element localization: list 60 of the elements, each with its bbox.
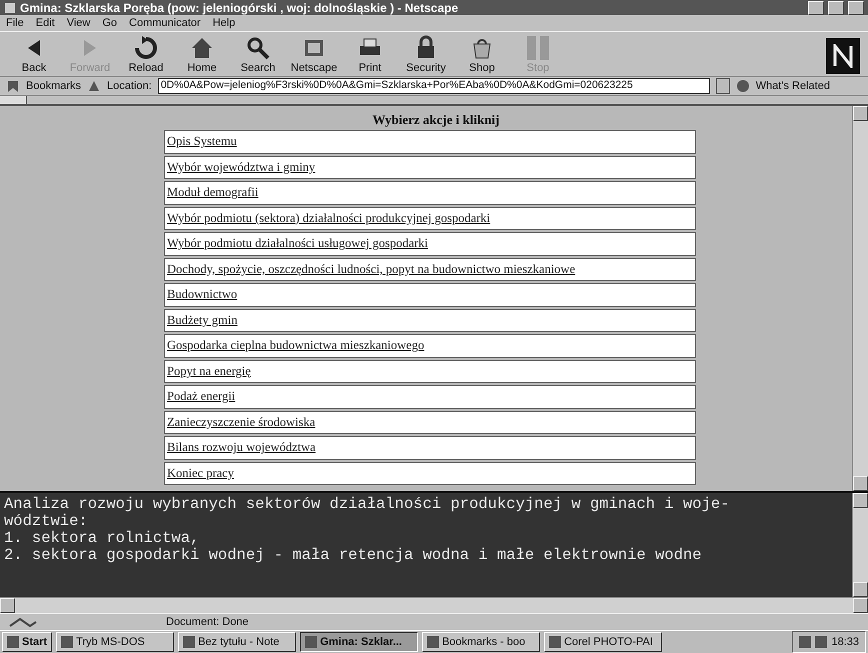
location-label: Location: [107, 80, 152, 92]
menu-link[interactable]: Gospodarka cieplna budownictwa mieszkaniowego [167, 338, 424, 354]
logo-icon [826, 38, 860, 74]
clock: 18:33 [831, 636, 859, 648]
menu-link[interactable]: Wybór województwa i gminy [167, 160, 316, 175]
taskbar-button[interactable]: Corel PHOTO-PAI [544, 632, 662, 652]
menu-link[interactable]: Budżety gmin [167, 312, 238, 328]
taskbar-button[interactable]: Bookmarks - boo [422, 632, 540, 652]
page-heading: Wybierz akcje i kliknij [372, 112, 500, 128]
menu-link[interactable]: Budownictwo [167, 287, 238, 302]
taskbar-button[interactable]: Gmina: Szklar... [300, 632, 418, 652]
menu-link[interactable]: Zanieczyszczenie środowiska [167, 414, 316, 430]
menu-link[interactable]: Bilans rozwoju województwa [167, 440, 316, 456]
close-button[interactable] [848, 0, 864, 15]
menu-item[interactable]: Communicator [129, 17, 201, 30]
bookmark-icon [6, 79, 20, 94]
status-text: Document: Done [166, 616, 249, 628]
minimize-button[interactable] [808, 0, 824, 15]
description-text: Analiza rozwoju wybranych sektorów działalności produkcyjnej w gminach i woje- wództwie: 1. sektora rolnictwa, 2. sektora gospodarki wodnej - mała retencja wodna i małe elektrownie wodne [3, 494, 731, 566]
menu-link[interactable]: Wybór podmiotu (sektora) działalności produkcyjnej gospodarki [167, 210, 490, 226]
menu-link[interactable]: Popyt na energię [167, 364, 251, 379]
start-button[interactable]: Start [2, 632, 52, 652]
menu-item[interactable]: View [66, 17, 90, 30]
connection-icon [8, 616, 38, 628]
toolbar-button[interactable]: Security [400, 34, 452, 74]
stop-icon [524, 34, 552, 62]
toolbar-button[interactable]: Back [8, 34, 60, 74]
scrollbar[interactable] [852, 106, 868, 492]
toolbar-button[interactable]: Search [232, 34, 284, 74]
location-icon [87, 79, 102, 94]
menu-item[interactable]: File [6, 17, 24, 30]
menu-item[interactable]: Go [102, 17, 118, 30]
toolbar-tab[interactable] [0, 96, 27, 104]
menu-item[interactable]: Help [212, 17, 236, 30]
toolbar-button[interactable]: Shop [456, 34, 508, 74]
dropdown-button[interactable] [716, 78, 730, 94]
taskbar-button[interactable]: Bez tytułu - Note [178, 632, 296, 652]
maximize-button[interactable] [828, 0, 844, 15]
toolbar-button[interactable]: Reload [120, 34, 172, 74]
whats-related-button[interactable]: What's Related [756, 80, 830, 92]
menu-link[interactable]: Wybór podmiotu działalności usługowej gospodarki [167, 236, 428, 252]
related-icon [736, 79, 750, 94]
horizontal-scrollbar[interactable] [0, 597, 868, 614]
browser-icon [4, 2, 16, 14]
taskbar-button[interactable]: Tryb MS-DOS [56, 632, 174, 652]
toolbar-button[interactable]: Home [176, 34, 228, 74]
menu-link[interactable]: Moduł demografii [167, 185, 258, 200]
menu-link[interactable]: Podaż energii [167, 389, 236, 404]
menu-link[interactable]: Opis Systemu [167, 134, 237, 150]
menu-link[interactable]: Koniec pracy [167, 466, 234, 481]
url-field[interactable]: 0D%0A&Pow=jeleniog%F3rski%0D%0A&Gmi=Szklarska+Por%EAba%0D%0A&KodGmi=020623225 [158, 78, 710, 94]
toolbar-button[interactable]: Print [344, 34, 396, 74]
menu-item[interactable]: Edit [36, 17, 55, 30]
tray-icon[interactable] [815, 636, 828, 648]
scrollbar[interactable] [852, 493, 868, 598]
bookmarks-button[interactable]: Bookmarks [26, 80, 82, 92]
menu-link[interactable]: Dochody, spożycie, oszczędności ludności, popyt na budownictwo mieszkaniowe [167, 262, 576, 277]
window-title: Gmina: Szklarska Poręba (pow: jeleniogórski , woj: dolnośląskie ) - Netscape [20, 0, 460, 15]
tray-icon[interactable] [799, 636, 812, 648]
toolbar-button[interactable]: Netscape [288, 34, 340, 74]
